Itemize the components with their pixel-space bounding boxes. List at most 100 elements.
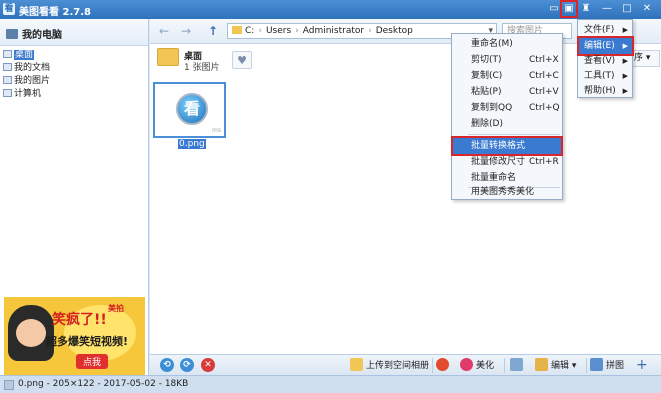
computer-header-label: 我的电脑 [22,30,62,41]
menu-item-label: 批量转换格式 [471,141,526,151]
menu-label: 工具(T) [584,71,615,81]
computer-icon [6,29,18,39]
rotate-right-button[interactable]: ⟳ [180,358,194,372]
menu-item-delete[interactable]: 删除(D) [453,116,561,132]
menu-edit[interactable]: 编辑(E) ▶ [577,36,634,56]
breadcrumb-drive[interactable]: C: [245,26,254,36]
forward-button[interactable]: → [178,24,194,38]
computer-icon [3,89,12,97]
menu-help[interactable]: 帮助(H) ▶ [579,83,632,99]
status-bar: 0.png - 205×122 - 2017-05-02 - 18KB [0,375,661,393]
image-preview-icon: 看 [176,93,208,125]
folder-icon [232,26,242,34]
back-button[interactable]: ← [156,24,172,38]
ad-character-face [16,319,46,347]
breadcrumb-separator: › [295,26,299,36]
sort-label: 序 [634,53,644,63]
menu-label: 文件(F) [584,25,615,35]
submenu-arrow-icon: ▶ [622,72,628,80]
menu-item-copy-to-qq[interactable]: 复制到QQ Ctrl+Q [453,100,561,116]
submenu-arrow-icon: ▶ [622,26,628,34]
screen-icon [510,358,523,371]
breadcrumb-separator: › [258,26,262,36]
divider [432,358,433,373]
folder-image-count: 1 张图片 [184,63,220,73]
breadcrumb-users[interactable]: Users [266,26,291,36]
menu-item-label: 删除(D) [471,119,503,129]
breadcrumb-desktop[interactable]: Desktop [376,26,413,36]
menu-item-label: 批量修改尺寸 [471,157,526,167]
tree-item-computer[interactable]: 计算机 [3,88,148,101]
tree-item-documents[interactable]: 我的文档 [3,62,148,75]
menu-label: 帮助(H) [584,86,616,96]
menu-label: 编辑(E) [584,41,615,51]
tree-item-label: 我的文档 [14,63,51,73]
edit-icon [535,358,548,371]
computer-header[interactable]: 我的电脑 [0,19,148,46]
status-text: 0.png - 205×122 - 2017-05-02 - 18KB [18,379,189,389]
tree-item-label: 桌面 [14,50,35,60]
menu-item-batch-convert[interactable]: 批量转换格式 [451,136,563,156]
minimize-button[interactable]: — [600,2,614,16]
sort-dropdown[interactable]: 序 ▾ [630,50,660,67]
menu-item-meitu-beautify[interactable]: 用美图秀秀美化 [453,184,561,200]
menu-item-label: 批量重命名 [471,173,517,183]
favorite-button[interactable]: ♥ [232,51,252,69]
menu-item-paste[interactable]: 粘贴(P) Ctrl+V [453,84,561,100]
chat-icon[interactable]: ▭ [547,2,561,16]
menu-tools[interactable]: 工具(T) ▶ [579,68,632,84]
tree-item-desktop[interactable]: 桌面 [3,49,148,62]
meitu-icon [460,358,473,371]
main-menu: 文件(F) ▶ 编辑(E) ▶ 查看(V) ▶ 工具(T) ▶ 帮助(H) ▶ [577,19,634,99]
divider [586,358,587,373]
submenu-arrow-icon: ▶ [622,42,628,50]
upload-button[interactable]: 上传到空间相册 [350,358,429,373]
maximize-button[interactable]: □ [620,2,634,16]
upload-label: 上传到空间相册 [366,361,430,371]
desktop-icon [3,50,12,58]
image-thumbnail[interactable]: 看 ms [153,82,226,138]
menu-item-shortcut: Ctrl+V [529,87,559,97]
thumbnail-filename[interactable]: 0.png [178,139,206,149]
edit-label: 编辑 [551,361,570,371]
delete-button[interactable]: ✕ [201,358,215,372]
menu-item-cut[interactable]: 剪切(T) Ctrl+X [453,52,561,68]
app-logo-icon: 看 [3,3,15,15]
menu-item-label: 复制到QQ [471,103,513,113]
puzzle-icon [590,358,603,371]
close-button[interactable]: ✕ [640,2,654,16]
menu-item-rename[interactable]: 重命名(M) [453,36,561,52]
submenu-arrow-icon: ▶ [622,57,628,65]
puzzle-label: 拼图 [606,361,625,371]
file-icon [4,380,14,390]
skin-icon[interactable]: ▣ [560,0,578,18]
window-title: 美图看看 2.7.8 [19,7,91,18]
left-pane: 我的电脑 桌面 我的文档 我的图片 计算机 笑疯了!! 美拍 超多爆笑短视频! … [0,19,149,393]
menu-view[interactable]: 查看(V) ▶ [579,53,632,69]
edit-submenu: 重命名(M) 剪切(T) Ctrl+X 复制(C) Ctrl+C 粘贴(P) Ctrl… [451,33,563,200]
menu-item-shortcut: Ctrl+R [529,157,559,167]
menu-file[interactable]: 文件(F) ▶ [579,22,632,38]
tree-item-pictures[interactable]: 我的图片 [3,75,148,88]
menu-item-copy[interactable]: 复制(C) Ctrl+C [453,68,561,84]
screen-button[interactable] [510,358,526,373]
menu-item-batch-resize[interactable]: 批量修改尺寸 Ctrl+R [453,154,561,170]
beautify-button[interactable]: 美化 [460,358,494,373]
rotate-left-button[interactable]: ⟲ [160,358,174,372]
beautify-label: 美化 [476,361,495,371]
puzzle-button[interactable]: 拼图 [590,358,624,373]
menu-item-label: 剪切(T) [471,55,502,65]
edit-button[interactable]: 编辑 ▾ [535,358,576,373]
weibo-share-button[interactable] [436,358,452,373]
ad-headline: 笑疯了!! [52,312,107,328]
divider [504,358,505,373]
shirt-icon[interactable]: ♜ [579,2,593,16]
add-button[interactable]: + [636,358,648,373]
ad-banner[interactable]: 笑疯了!! 美拍 超多爆笑短视频! 点我 [4,297,145,375]
breadcrumb-administrator[interactable]: Administrator [303,26,364,36]
ad-button[interactable]: 点我 [76,354,109,369]
menu-item-shortcut: Ctrl+C [529,71,559,81]
menu-item-label: 复制(C) [471,71,503,81]
bottom-toolbar: ⟲ ⟳ ✕ 上传到空间相册 美化 编辑 ▾ 拼图 + [150,354,661,375]
up-button[interactable]: ↑ [205,24,221,38]
